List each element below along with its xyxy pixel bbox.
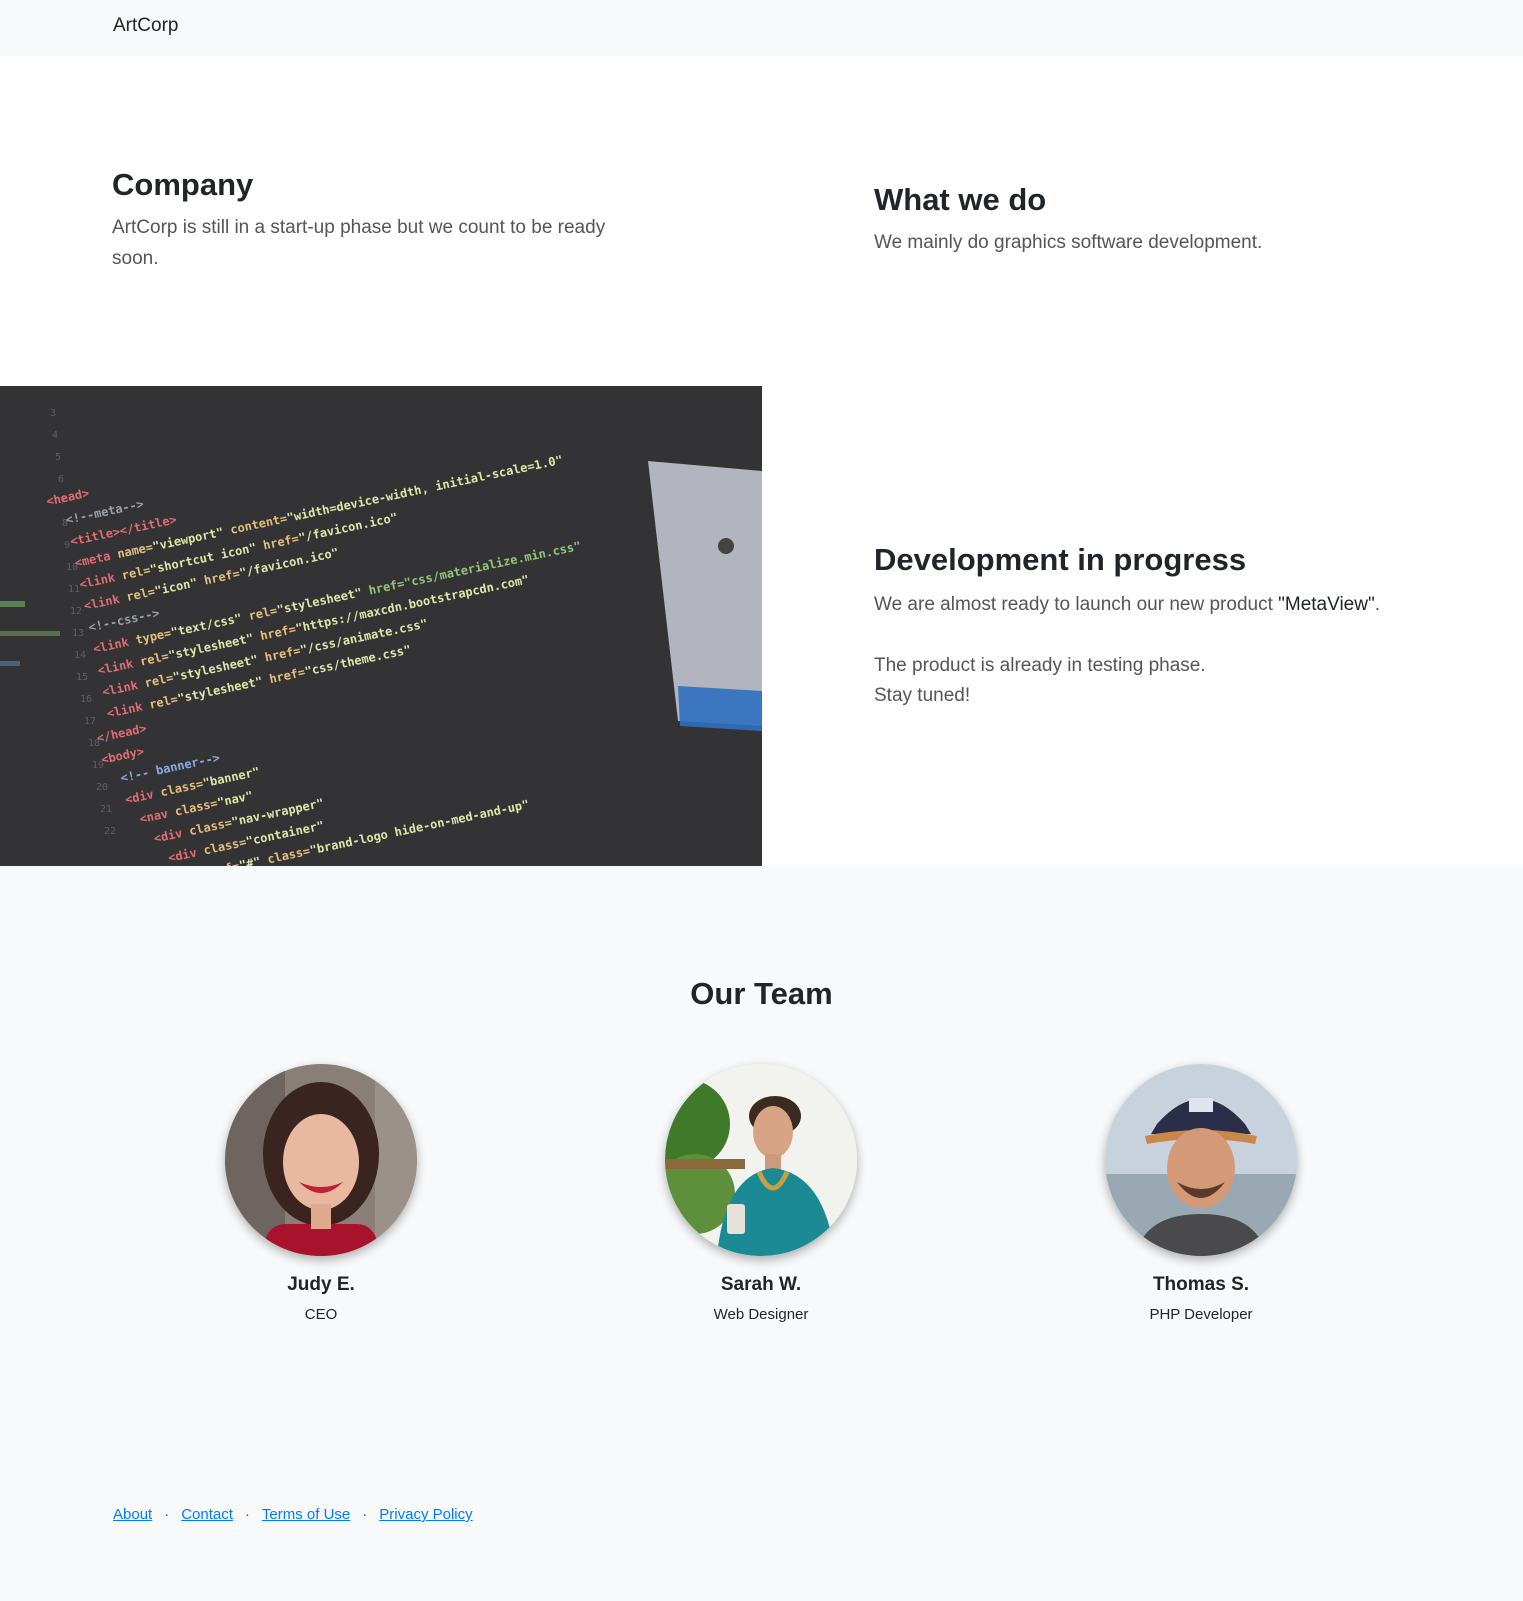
footer-link-about[interactable]: About [113, 1506, 152, 1523]
team-member-sarah: Sarah W. Web Designer [611, 1064, 911, 1323]
svg-text:17: 17 [84, 716, 96, 727]
showcase-text-after: . [1374, 594, 1380, 616]
navbar: ArtCorp [0, 0, 1523, 56]
product-name: "MetaView" [1278, 594, 1375, 616]
company-block: Company ArtCorp is still in a start-up p… [112, 166, 652, 274]
member-name: Judy E. [287, 1274, 355, 1295]
svg-text:4: 4 [52, 430, 58, 441]
team-section: Our Team Judy E. CEO Sarah W. Web Design… [0, 866, 1523, 1601]
footer-separator: · [244, 1506, 250, 1523]
member-role: PHP Developer [1149, 1306, 1253, 1323]
svg-text:11: 11 [68, 584, 80, 595]
what-we-do-block: What we do We mainly do graphics softwar… [874, 181, 1434, 259]
code-screenshot-image: 345 678 9 10 11 12 13 14 15 16 17 18 19 20 21 22 … [0, 386, 762, 866]
member-name: Sarah W. [720, 1274, 802, 1295]
footer-links: About · Contact · Terms of Use · Privacy Polic… [113, 1506, 473, 1523]
svg-text:13: 13 [72, 628, 84, 639]
showcase-title: Development in progress [874, 542, 1247, 577]
avatar [665, 1064, 857, 1256]
member-name: Thomas S. [1152, 1274, 1250, 1295]
svg-text:16: 16 [80, 694, 92, 705]
footer-separator: · [164, 1506, 170, 1523]
svg-text:21: 21 [100, 804, 112, 815]
showcase-text-block: Development in progress We are almost re… [874, 541, 1474, 711]
company-title: Company [112, 167, 254, 202]
avatar [225, 1064, 417, 1256]
team-member-judy: Judy E. CEO [171, 1064, 471, 1323]
footer-link-privacy[interactable]: Privacy Policy [379, 1506, 472, 1523]
company-text: ArtCorp is still in a start-up phase but… [112, 217, 606, 269]
team-title: Our Team [690, 976, 833, 1011]
showcase-line-1: We are almost ready to launch our new pr… [874, 590, 1474, 620]
what-we-do-text: We mainly do graphics software developme… [874, 232, 1263, 254]
showcase-text-before: We are almost ready to launch our new pr… [874, 594, 1279, 616]
svg-text:15: 15 [76, 672, 88, 683]
svg-text:22: 22 [104, 826, 116, 837]
svg-text:5: 5 [55, 452, 61, 463]
footer-link-terms[interactable]: Terms of Use [262, 1506, 350, 1523]
team-member-thomas: Thomas S. PHP Developer [1051, 1064, 1351, 1323]
brand-link[interactable]: ArtCorp [113, 15, 178, 37]
showcase-line-2: The product is already in testing phase. [874, 654, 1206, 676]
svg-text:20: 20 [96, 782, 108, 793]
what-we-do-title: What we do [874, 182, 1047, 217]
svg-text:6: 6 [58, 474, 64, 485]
showcase-section: 345 678 9 10 11 12 13 14 15 16 17 18 19 20 21 22 … [0, 386, 1523, 866]
member-role: Web Designer [713, 1306, 809, 1323]
avatar [1105, 1064, 1297, 1256]
member-role: CEO [304, 1306, 338, 1323]
intro-section: Company ArtCorp is still in a start-up p… [0, 56, 1523, 386]
footer-separator: · [362, 1506, 368, 1523]
footer-link-contact[interactable]: Contact [181, 1506, 233, 1523]
svg-text:12: 12 [70, 606, 82, 617]
svg-text:14: 14 [74, 650, 86, 661]
svg-text:3: 3 [50, 408, 56, 419]
svg-text:9: 9 [64, 540, 70, 551]
showcase-line-3: Stay tuned! [874, 684, 971, 706]
